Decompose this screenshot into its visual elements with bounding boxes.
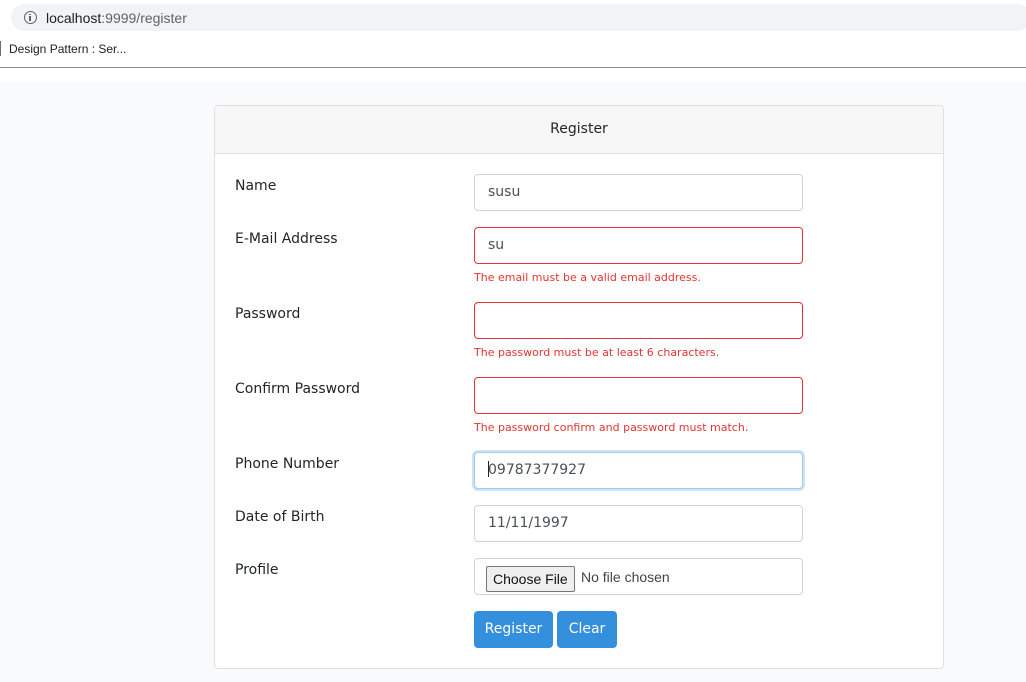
browser-chrome: localhost:9999/register Design Pattern :… [0,0,1026,82]
password-label: Password [235,306,301,322]
address-bar[interactable]: localhost:9999/register [11,4,1026,31]
profile-file-input[interactable]: Choose File No file chosen [474,558,803,595]
card-title: Register [215,106,943,154]
phone-value: 09787377927 [488,462,586,478]
name-label: Name [235,178,277,194]
email-input[interactable]: su [474,227,803,264]
bookmark-item[interactable]: Design Pattern : Ser... [9,42,126,56]
confirm-password-error: The password confirm and password must m… [474,421,749,434]
confirm-password-label: Confirm Password [235,381,361,397]
dob-label: Date of Birth [235,509,325,525]
url-text[interactable]: localhost:9999/register [46,10,187,26]
dob-input[interactable]: 11/11/1997 [474,505,803,542]
bookmarks-bar: Design Pattern : Ser... [0,34,1026,68]
choose-file-button[interactable]: Choose File [486,566,575,592]
email-label: E-Mail Address [235,231,338,247]
password-error: The password must be at least 6 characte… [474,346,720,359]
info-icon[interactable] [24,11,37,24]
register-card: Register Name susu E-Mail Address su The… [214,105,944,669]
phone-label: Phone Number [235,456,340,472]
file-status: No file chosen [581,569,670,585]
phone-input[interactable]: 09787377927 [474,452,803,489]
bookmarks-separator [0,41,1,56]
confirm-password-input[interactable] [474,377,803,414]
password-input[interactable] [474,302,803,339]
register-button[interactable]: Register [474,611,553,648]
email-error: The email must be a valid email address. [474,271,701,284]
name-input[interactable]: susu [474,174,803,211]
profile-label: Profile [235,562,279,578]
clear-button[interactable]: Clear [557,611,617,648]
